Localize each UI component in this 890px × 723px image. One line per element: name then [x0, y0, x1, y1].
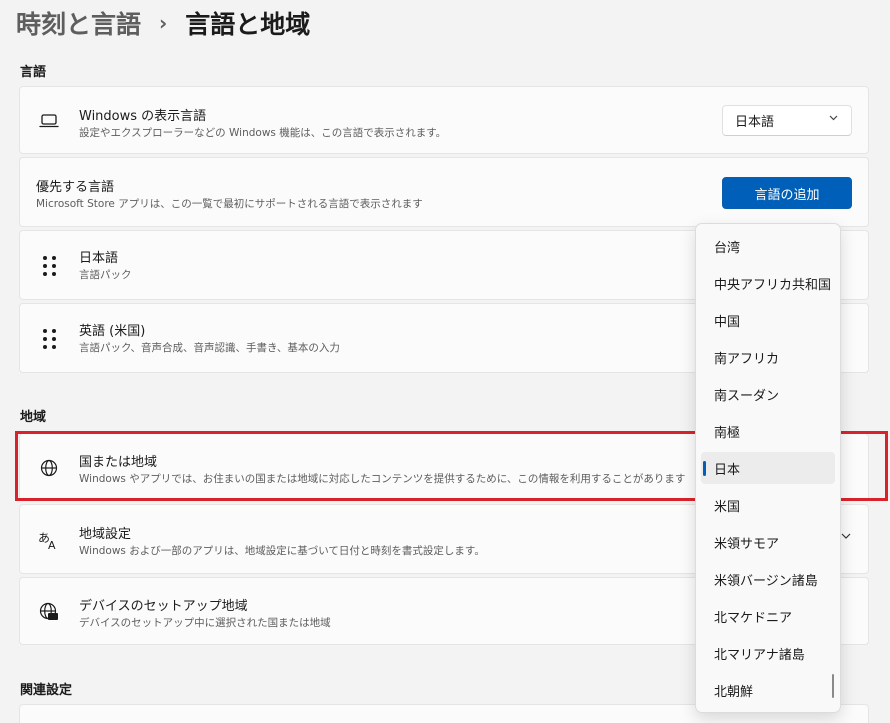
display-language-select[interactable]: 日本語	[722, 105, 852, 136]
section-heading-region: 地域	[20, 410, 47, 425]
dropdown-item-label: 日本	[714, 462, 741, 478]
device-setup-region-desc: デバイスのセットアップ中に選択された国または地域	[79, 617, 331, 629]
dropdown-item[interactable]: 米領サモア	[701, 526, 835, 558]
dropdown-item[interactable]: 南スーダン	[701, 378, 835, 410]
display-language-desc: 設定やエクスプローラーなどの Windows 機能は、この言語で表示されます。	[79, 127, 447, 139]
dropdown-item[interactable]: 北マリアナ諸島	[701, 637, 835, 669]
breadcrumb: 時刻と言語 › 言語と地域	[16, 4, 310, 42]
display-language-title: Windows の表示言語	[79, 109, 207, 124]
dropdown-item[interactable]: 米国	[701, 489, 835, 521]
chevron-right-icon: ›	[159, 11, 168, 35]
drag-handle-icon[interactable]	[38, 255, 60, 277]
dropdown-item-selected[interactable]: 日本	[701, 452, 835, 484]
dropdown-item[interactable]: 中央アフリカ共和国	[701, 267, 835, 299]
dropdown-item[interactable]: 北朝鮮	[701, 674, 835, 706]
section-heading-related-settings: 関連設定	[20, 683, 73, 698]
dropdown-item[interactable]: 中国	[701, 304, 835, 336]
svg-text:A: A	[48, 539, 56, 550]
dropdown-item[interactable]: 南極	[701, 415, 835, 447]
language-item-title: 英語 (米国)	[79, 324, 146, 339]
preferred-languages-desc: Microsoft Store アプリは、この一覧で最初にサポートされる言語で表…	[36, 198, 423, 210]
regional-format-title: 地域設定	[79, 527, 132, 542]
dropdown-item[interactable]: 米領バージン諸島	[701, 563, 835, 595]
chevron-down-icon	[828, 112, 839, 126]
page-title: 言語と地域	[185, 10, 311, 39]
country-or-region-desc: Windows やアプリでは、お住まいの国または地域に対応したコンテンツを提供す…	[79, 473, 686, 485]
device-setup-region-title: デバイスのセットアップ地域	[79, 599, 248, 614]
add-language-button[interactable]: 言語の追加	[722, 177, 852, 209]
selection-indicator	[703, 461, 706, 476]
language-item-desc: 言語パック	[79, 269, 132, 281]
country-or-region-title: 国または地域	[79, 455, 158, 470]
country-dropdown-list[interactable]: 台湾 中央アフリカ共和国 中国 南アフリカ 南スーダン 南極 日本 米国 米領サ…	[695, 223, 841, 713]
preferred-languages-title: 優先する言語	[36, 180, 115, 195]
breadcrumb-parent-link[interactable]: 時刻と言語	[16, 5, 141, 41]
language-item-title: 日本語	[79, 251, 119, 266]
display-language-card: Windows の表示言語 設定やエクスプローラーなどの Windows 機能は…	[19, 86, 869, 154]
chevron-down-icon[interactable]	[840, 530, 852, 546]
laptop-icon	[38, 110, 60, 132]
display-language-value: 日本語	[735, 115, 775, 130]
dropdown-item[interactable]: 台湾	[701, 230, 835, 262]
drag-handle-icon[interactable]	[38, 328, 60, 350]
dropdown-scrollbar[interactable]	[832, 674, 834, 698]
section-heading-language: 言語	[20, 65, 47, 80]
dropdown-item[interactable]: 北マケドニア	[701, 600, 835, 632]
regional-format-desc: Windows および一部のアプリは、地域設定に基づいて日付と時刻を書式設定しま…	[79, 545, 485, 557]
language-item-desc: 言語パック、音声合成、音声認識、手書き、基本の入力	[79, 342, 340, 354]
language-format-icon: あA	[38, 529, 60, 551]
preferred-languages-card: 優先する言語 Microsoft Store アプリは、この一覧で最初にサポート…	[19, 157, 869, 227]
globe-device-icon	[38, 601, 60, 623]
globe-icon	[38, 457, 60, 479]
dropdown-item[interactable]: 南アフリカ	[701, 341, 835, 373]
